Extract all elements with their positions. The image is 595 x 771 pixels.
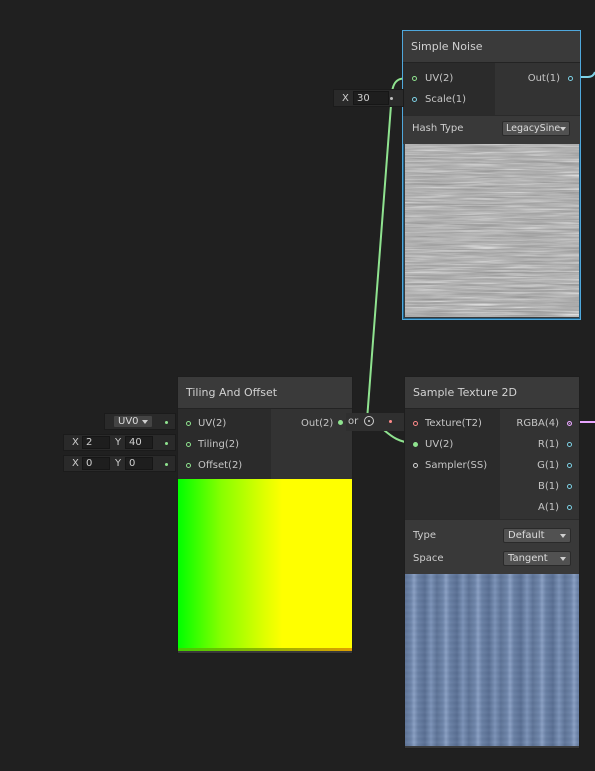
rgba-output-label: RGBA(4) (516, 418, 559, 429)
tiling-field-port-dot (165, 442, 168, 445)
tiling-x-input[interactable]: 2 (82, 436, 110, 449)
r-output-label: R(1) (537, 439, 559, 450)
hash-type-dropdown[interactable]: LegacySine (502, 121, 570, 136)
offset-y-input[interactable]: 0 (125, 457, 153, 470)
offset-x-value: 0 (86, 458, 93, 469)
sample-texture-title-bar[interactable]: Sample Texture 2D (405, 377, 579, 409)
b-port-icon[interactable] (567, 484, 572, 489)
tiling-offset-label: Offset(2) (198, 460, 243, 471)
texture-input-label: Texture(T2) (425, 418, 482, 429)
texture-port-icon[interactable] (413, 421, 418, 426)
texture-uv-port-icon[interactable] (413, 442, 418, 447)
simple-noise-title-bar[interactable]: Simple Noise (403, 31, 580, 63)
tiling-tiling-label: Tiling(2) (198, 439, 239, 450)
simple-noise-preview (405, 144, 579, 317)
space-dropdown[interactable]: Tangent (503, 551, 571, 566)
b-output-label: B(1) (537, 481, 559, 492)
tiling-uv-port-icon[interactable] (186, 421, 191, 426)
scale-value: 30 (357, 93, 370, 104)
tiling-out-port-icon[interactable] (338, 420, 343, 425)
target-icon[interactable] (364, 416, 374, 426)
noise-uv-label: UV(2) (425, 73, 454, 84)
scale-inline-field[interactable]: X 30 (333, 89, 404, 107)
hidden-node-label-fragment: or (348, 416, 359, 427)
tiling-y-value: 40 (129, 437, 142, 448)
offset-field-port-dot (165, 463, 168, 466)
chevron-down-icon (560, 127, 566, 131)
type-dropdown[interactable]: Default (503, 528, 571, 543)
uv-channel-value: UV0 (118, 416, 139, 427)
type-value: Default (508, 530, 545, 541)
noise-uv-port-icon[interactable] (412, 76, 417, 81)
offset-y-axis-label: Y (115, 458, 122, 469)
hash-type-value: LegacySine (506, 123, 561, 134)
a-output-label: A(1) (537, 502, 559, 513)
texture-preview-shading (405, 574, 579, 746)
sample-texture-inputs-panel: Texture(T2) UV(2) Sampler(SS) (405, 409, 500, 519)
hash-type-label: Hash Type (412, 123, 464, 134)
space-label: Space (413, 553, 444, 564)
sample-texture-2d-node[interactable]: Sample Texture 2D Texture(T2) UV(2) Samp… (404, 376, 580, 749)
tiling-offset-port-icon[interactable] (186, 463, 191, 468)
type-label: Type (413, 530, 436, 541)
sampler-label: Sampler(SS) (425, 460, 488, 471)
tiling-offset-preview (178, 479, 352, 651)
sample-texture-title: Sample Texture 2D (413, 386, 517, 399)
noise-out-label: Out(1) (527, 73, 560, 84)
tiling-x-axis-label: X (72, 437, 79, 448)
scale-value-input[interactable]: 30 (353, 91, 389, 105)
space-value: Tangent (508, 553, 548, 564)
hash-type-row: Hash Type LegacySine (403, 115, 580, 144)
noise-scale-label: Scale(1) (425, 94, 467, 105)
rgba-port-icon[interactable] (567, 421, 572, 426)
simple-noise-title: Simple Noise (411, 40, 483, 53)
simple-noise-node[interactable]: Simple Noise UV(2) Scale(1) Out(1) Hash … (402, 30, 581, 320)
g-port-icon[interactable] (567, 463, 572, 468)
sample-texture-preview (405, 574, 579, 746)
g-output-label: G(1) (537, 460, 559, 471)
tiling-inline-field[interactable]: X 2 Y 40 (63, 434, 176, 451)
chevron-down-icon (142, 420, 148, 424)
noise-scale-port-icon[interactable] (412, 97, 417, 102)
offset-inline-field[interactable]: X 0 Y 0 (63, 455, 176, 472)
scale-field-port-dot (390, 97, 393, 100)
tiling-out-label: Out(2) (301, 418, 334, 429)
tiling-y-axis-label: Y (115, 437, 122, 448)
tiling-offset-title-bar[interactable]: Tiling And Offset (178, 377, 352, 409)
tiling-offset-inputs-panel: UV(2) Tiling(2) Offset(2) (178, 409, 271, 479)
texture-input-dot-icon (389, 420, 392, 423)
tiling-y-input[interactable]: 40 (125, 436, 153, 449)
uv-channel-inline-field[interactable]: UV0 (104, 413, 176, 430)
tiling-x-value: 2 (86, 437, 93, 448)
tiling-uv-label: UV(2) (198, 418, 227, 429)
texture-uv-label: UV(2) (425, 439, 454, 450)
chevron-down-icon (560, 534, 566, 538)
sampler-port-icon[interactable] (413, 463, 418, 468)
noise-preview-image (405, 144, 579, 317)
texture-settings-panel: Type Default Space Tangent (405, 519, 579, 574)
r-port-icon[interactable] (567, 442, 572, 447)
offset-x-input[interactable]: 0 (82, 457, 110, 470)
uv-field-port-dot (165, 421, 168, 424)
offset-y-value: 0 (129, 458, 136, 469)
noise-out-port-icon[interactable] (568, 76, 573, 81)
sample-texture-outputs-panel: RGBA(4) R(1) G(1) B(1) A(1) (500, 409, 579, 519)
hidden-node-stub[interactable]: or (346, 413, 406, 431)
scale-x-axis-label: X (342, 93, 349, 104)
uv-channel-dropdown[interactable]: UV0 (113, 415, 153, 428)
tiling-offset-title: Tiling And Offset (186, 386, 278, 399)
tiling-tiling-port-icon[interactable] (186, 442, 191, 447)
a-port-icon[interactable] (567, 505, 572, 510)
offset-x-axis-label: X (72, 458, 79, 469)
tiling-preview-bottom-edge (178, 648, 352, 651)
chevron-down-icon (560, 557, 566, 561)
